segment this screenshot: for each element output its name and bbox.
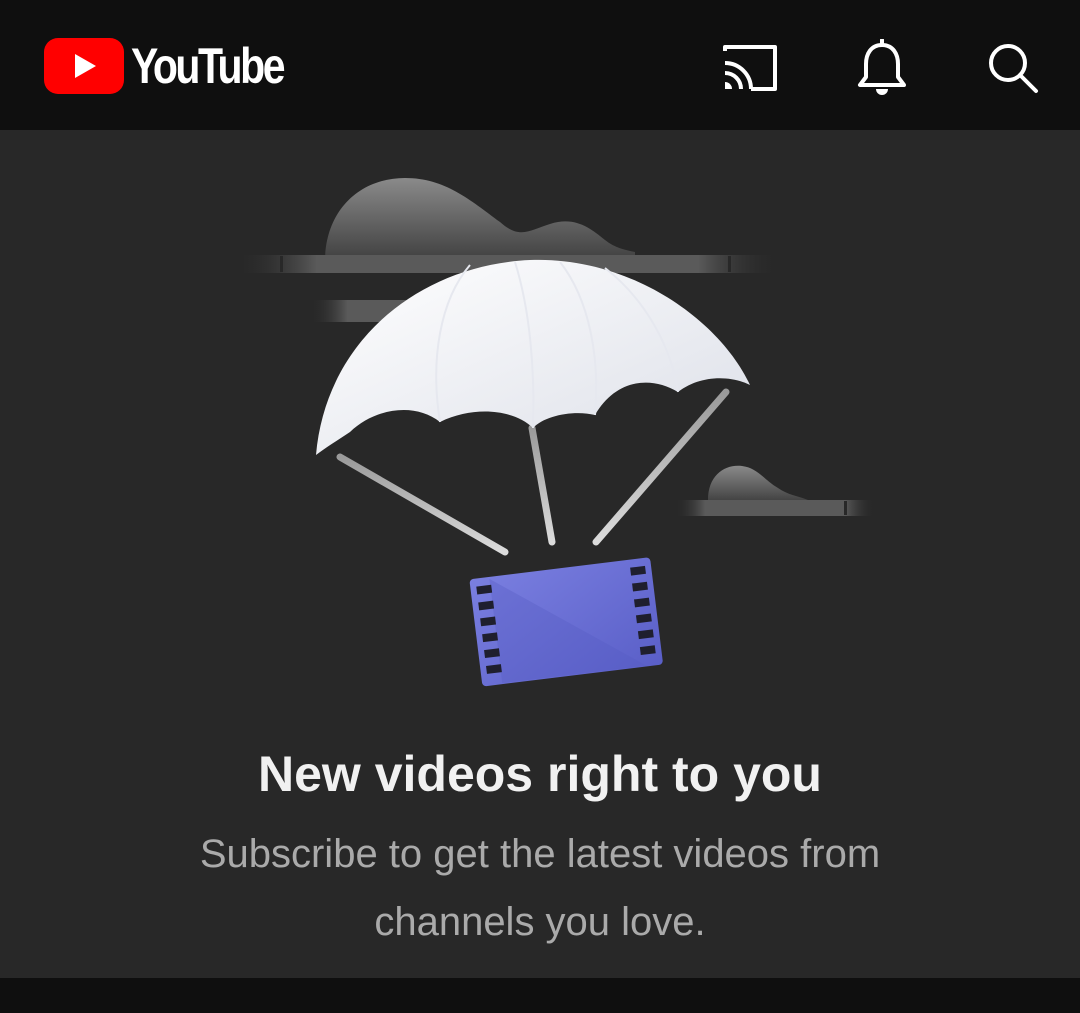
cast-icon bbox=[723, 45, 777, 91]
cast-button[interactable] bbox=[714, 32, 786, 104]
logo-wordmark: YouTube bbox=[131, 38, 286, 94]
cloud-shape bbox=[325, 178, 635, 265]
notifications-bell-icon bbox=[858, 39, 906, 95]
parachute-video-illustration bbox=[235, 178, 875, 687]
youtube-play-logo-icon bbox=[44, 38, 124, 94]
search-icon bbox=[989, 44, 1038, 93]
empty-state-subtitle: Subscribe to get the latest videos from … bbox=[199, 832, 881, 944]
subscriptions-empty-state: New videos right to you Subscribe to get… bbox=[0, 130, 1080, 978]
bottom-navigation-bar bbox=[0, 978, 1080, 1013]
top-app-bar: YouTube bbox=[0, 0, 1080, 130]
youtube-logo[interactable]: YouTube bbox=[44, 38, 316, 94]
cloud-shape bbox=[708, 465, 808, 504]
film-strip-icon bbox=[469, 557, 663, 687]
empty-state-title: New videos right to you bbox=[258, 746, 822, 802]
search-button[interactable] bbox=[977, 32, 1049, 104]
notifications-button[interactable] bbox=[846, 32, 918, 104]
